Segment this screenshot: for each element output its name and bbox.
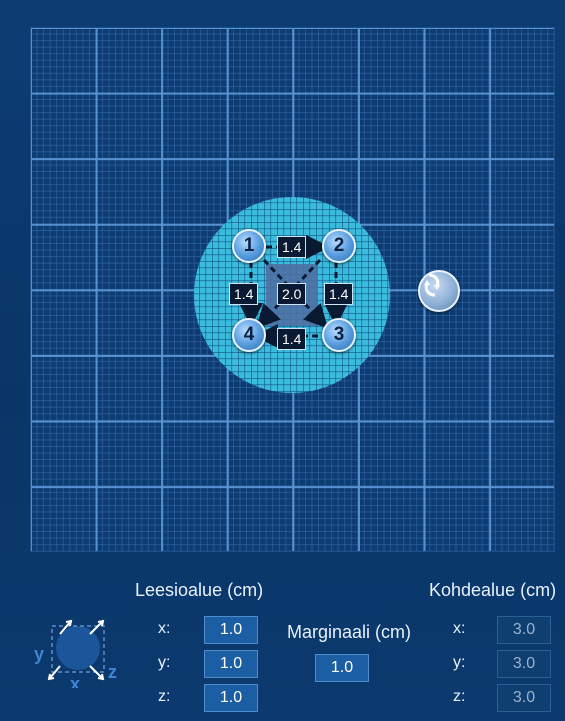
cube-axis-x: x [70,674,80,688]
lesion-y-input[interactable]: 1.0 [204,650,258,678]
margin-heading: Marginaali (cm) [287,622,412,642]
lesion-z-label: z: [158,688,171,705]
lesion-x-label: x: [158,620,171,637]
target-z-label: z: [453,688,466,705]
cube-axis-y: y [34,644,44,664]
point-1[interactable]: 1 [232,229,266,263]
rotate-button[interactable] [418,270,460,312]
segment-label-left: 1.4 [229,283,259,305]
rotate-arrows-icon [424,273,440,297]
treatment-grid-canvas[interactable]: 1.4 1.4 2.0 1.4 1.4 1 2 3 4 [30,27,555,552]
point-4[interactable]: 4 [232,318,266,352]
lesion-z-input[interactable]: 1.0 [204,684,258,712]
segment-label-top: 1.4 [277,236,307,258]
target-y-label: y: [453,654,466,671]
lesion-x-input[interactable]: 1.0 [204,616,258,644]
margin-input[interactable]: 1.0 [315,654,369,682]
target-z-value: 3.0 [497,684,551,712]
point-3[interactable]: 3 [322,318,356,352]
target-heading: Kohdealue (cm) [429,580,557,600]
lesion-heading: Leesioalue (cm) [135,580,264,600]
segment-label-bottom: 1.4 [277,328,307,350]
3d-cube-axes-icon: y x z [34,619,117,688]
cube-axis-z: z [108,662,117,682]
target-y-value: 3.0 [497,650,551,678]
segment-label-right: 1.4 [324,283,354,305]
target-x-value: 3.0 [497,616,551,644]
target-x-label: x: [453,620,466,637]
segment-label-center: 2.0 [277,283,307,305]
lesion-y-label: y: [158,654,171,671]
point-2[interactable]: 2 [322,229,356,263]
parameters-panel: y x z Leesioalue (cm) x: 1.0 y: 1.0 z: 1… [0,572,565,721]
